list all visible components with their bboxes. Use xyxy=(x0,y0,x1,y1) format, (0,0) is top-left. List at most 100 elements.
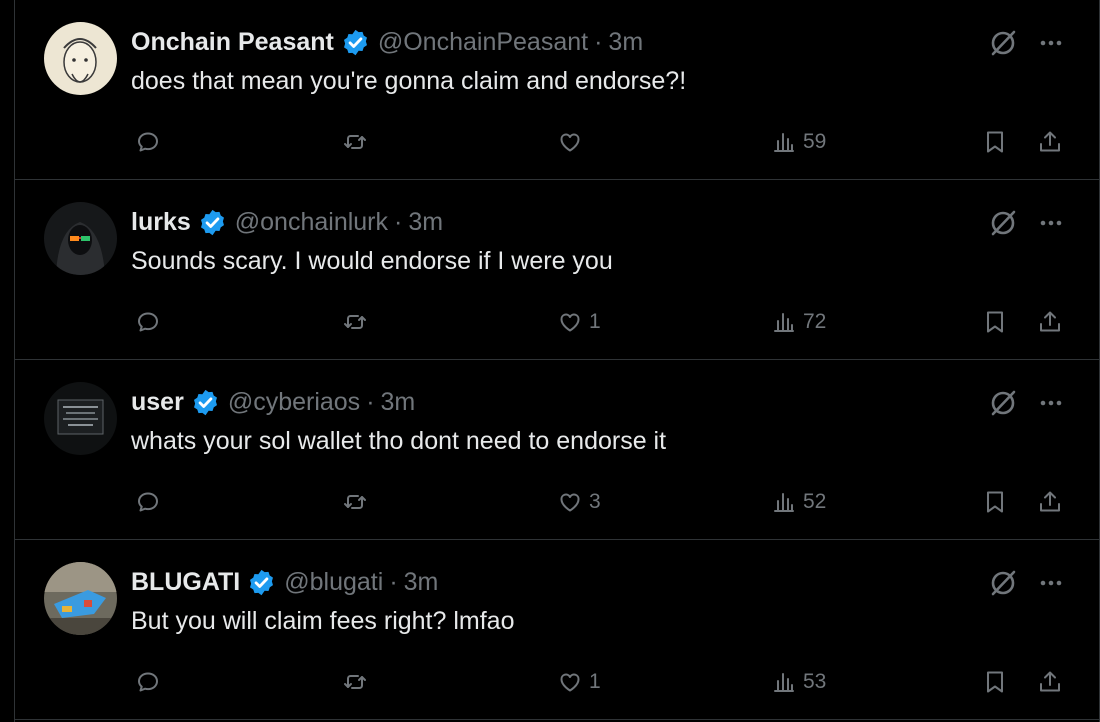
verified-badge-icon xyxy=(191,388,220,417)
timestamp[interactable]: 3m xyxy=(404,568,439,597)
reply-header: user @cyberiaos · 3m xyxy=(131,386,415,418)
avatar[interactable] xyxy=(44,202,117,275)
like-button[interactable]: 1 xyxy=(557,667,601,697)
reply-item[interactable]: BLUGATI @blugati · 3m But you will claim… xyxy=(15,540,1099,720)
reply-icon xyxy=(138,312,158,332)
view-count: 59 xyxy=(803,130,827,153)
grok-icon[interactable] xyxy=(987,567,1019,599)
grok-icon[interactable] xyxy=(987,27,1019,59)
reply-button[interactable] xyxy=(135,667,161,697)
verified-badge-icon xyxy=(247,568,276,597)
view-count: 52 xyxy=(803,490,827,513)
display-name[interactable]: Onchain Peasant xyxy=(131,28,334,57)
repost-icon xyxy=(344,495,366,509)
repost-button[interactable] xyxy=(342,127,368,157)
views-icon xyxy=(774,673,794,692)
bookmark-button[interactable] xyxy=(982,487,1008,517)
separator-dot: · xyxy=(394,207,403,236)
like-button[interactable] xyxy=(557,127,589,157)
reply-text: does that mean you're gonna claim and en… xyxy=(131,67,687,95)
repost-icon xyxy=(344,315,366,329)
heart-icon xyxy=(560,673,580,692)
display-name[interactable]: user xyxy=(131,388,184,417)
grok-icon[interactable] xyxy=(987,207,1019,239)
reply-text: But you will claim fees right? lmfao xyxy=(131,607,515,635)
heart-icon xyxy=(560,493,580,512)
reply-icon xyxy=(138,132,158,152)
timestamp[interactable]: 3m xyxy=(408,208,443,237)
user-handle[interactable]: @onchainlurk xyxy=(235,208,388,237)
more-options-icon[interactable] xyxy=(1035,207,1067,239)
timestamp[interactable]: 3m xyxy=(381,388,416,417)
views-icon xyxy=(774,493,794,512)
reply-header: Onchain Peasant @OnchainPeasant · 3m xyxy=(131,26,643,58)
views-button[interactable]: 59 xyxy=(771,127,826,157)
share-button[interactable] xyxy=(1037,127,1063,157)
user-handle[interactable]: @cyberiaos xyxy=(228,388,360,417)
separator-dot: · xyxy=(366,387,375,416)
heart-icon xyxy=(560,133,580,152)
timestamp[interactable]: 3m xyxy=(608,28,643,57)
verified-badge-icon xyxy=(341,28,370,57)
reply-item[interactable]: lurks @onchainlurk · 3m Sounds scary. I … xyxy=(15,180,1099,360)
repost-icon xyxy=(344,675,366,689)
reply-feed: Onchain Peasant @OnchainPeasant · 3m doe… xyxy=(14,0,1100,722)
user-handle[interactable]: @OnchainPeasant xyxy=(378,28,588,57)
grok-icon[interactable] xyxy=(987,387,1019,419)
bookmark-icon xyxy=(987,131,1003,153)
view-count: 53 xyxy=(803,670,827,693)
bookmark-icon xyxy=(987,311,1003,333)
share-icon xyxy=(1040,671,1060,692)
share-icon xyxy=(1040,131,1060,152)
reply-button[interactable] xyxy=(135,487,161,517)
share-button[interactable] xyxy=(1037,667,1063,697)
repost-button[interactable] xyxy=(342,487,368,517)
more-options-icon[interactable] xyxy=(1035,387,1067,419)
bookmark-button[interactable] xyxy=(982,307,1008,337)
share-button[interactable] xyxy=(1037,307,1063,337)
like-button[interactable]: 3 xyxy=(557,487,601,517)
avatar[interactable] xyxy=(44,382,117,455)
reply-header: BLUGATI @blugati · 3m xyxy=(131,566,438,598)
display-name[interactable]: lurks xyxy=(131,208,191,237)
views-icon xyxy=(774,313,794,332)
view-count: 72 xyxy=(803,310,827,333)
avatar[interactable] xyxy=(44,562,117,635)
reply-button[interactable] xyxy=(135,127,161,157)
separator-dot: · xyxy=(594,27,603,56)
verified-badge-icon xyxy=(198,208,227,237)
repost-icon xyxy=(344,135,366,149)
bookmark-button[interactable] xyxy=(982,127,1008,157)
reply-text: whats your sol wallet tho dont need to e… xyxy=(131,427,667,455)
more-options-icon[interactable] xyxy=(1035,27,1067,59)
separator-dot: · xyxy=(389,567,398,596)
bookmark-icon xyxy=(987,671,1003,693)
more-options-icon[interactable] xyxy=(1035,567,1067,599)
like-count: 1 xyxy=(589,670,601,693)
views-button[interactable]: 72 xyxy=(771,307,826,337)
bookmark-icon xyxy=(987,491,1003,513)
reply-header: lurks @onchainlurk · 3m xyxy=(131,206,443,238)
heart-icon xyxy=(560,313,580,332)
user-handle[interactable]: @blugati xyxy=(284,568,383,597)
bookmark-button[interactable] xyxy=(982,667,1008,697)
avatar[interactable] xyxy=(44,22,117,95)
display-name[interactable]: BLUGATI xyxy=(131,568,240,597)
share-icon xyxy=(1040,491,1060,512)
share-icon xyxy=(1040,311,1060,332)
like-count: 3 xyxy=(589,490,601,513)
views-icon xyxy=(774,133,794,152)
like-count: 1 xyxy=(589,310,601,333)
reply-icon xyxy=(138,492,158,512)
like-button[interactable]: 1 xyxy=(557,307,601,337)
share-button[interactable] xyxy=(1037,487,1063,517)
reply-text: Sounds scary. I would endorse if I were … xyxy=(131,247,613,275)
views-button[interactable]: 52 xyxy=(771,487,826,517)
reply-item[interactable]: Onchain Peasant @OnchainPeasant · 3m doe… xyxy=(15,0,1099,180)
views-button[interactable]: 53 xyxy=(771,667,826,697)
reply-item[interactable]: user @cyberiaos · 3m whats your sol wall… xyxy=(15,360,1099,540)
reply-button[interactable] xyxy=(135,307,161,337)
repost-button[interactable] xyxy=(342,667,368,697)
repost-button[interactable] xyxy=(342,307,368,337)
reply-icon xyxy=(138,672,158,692)
